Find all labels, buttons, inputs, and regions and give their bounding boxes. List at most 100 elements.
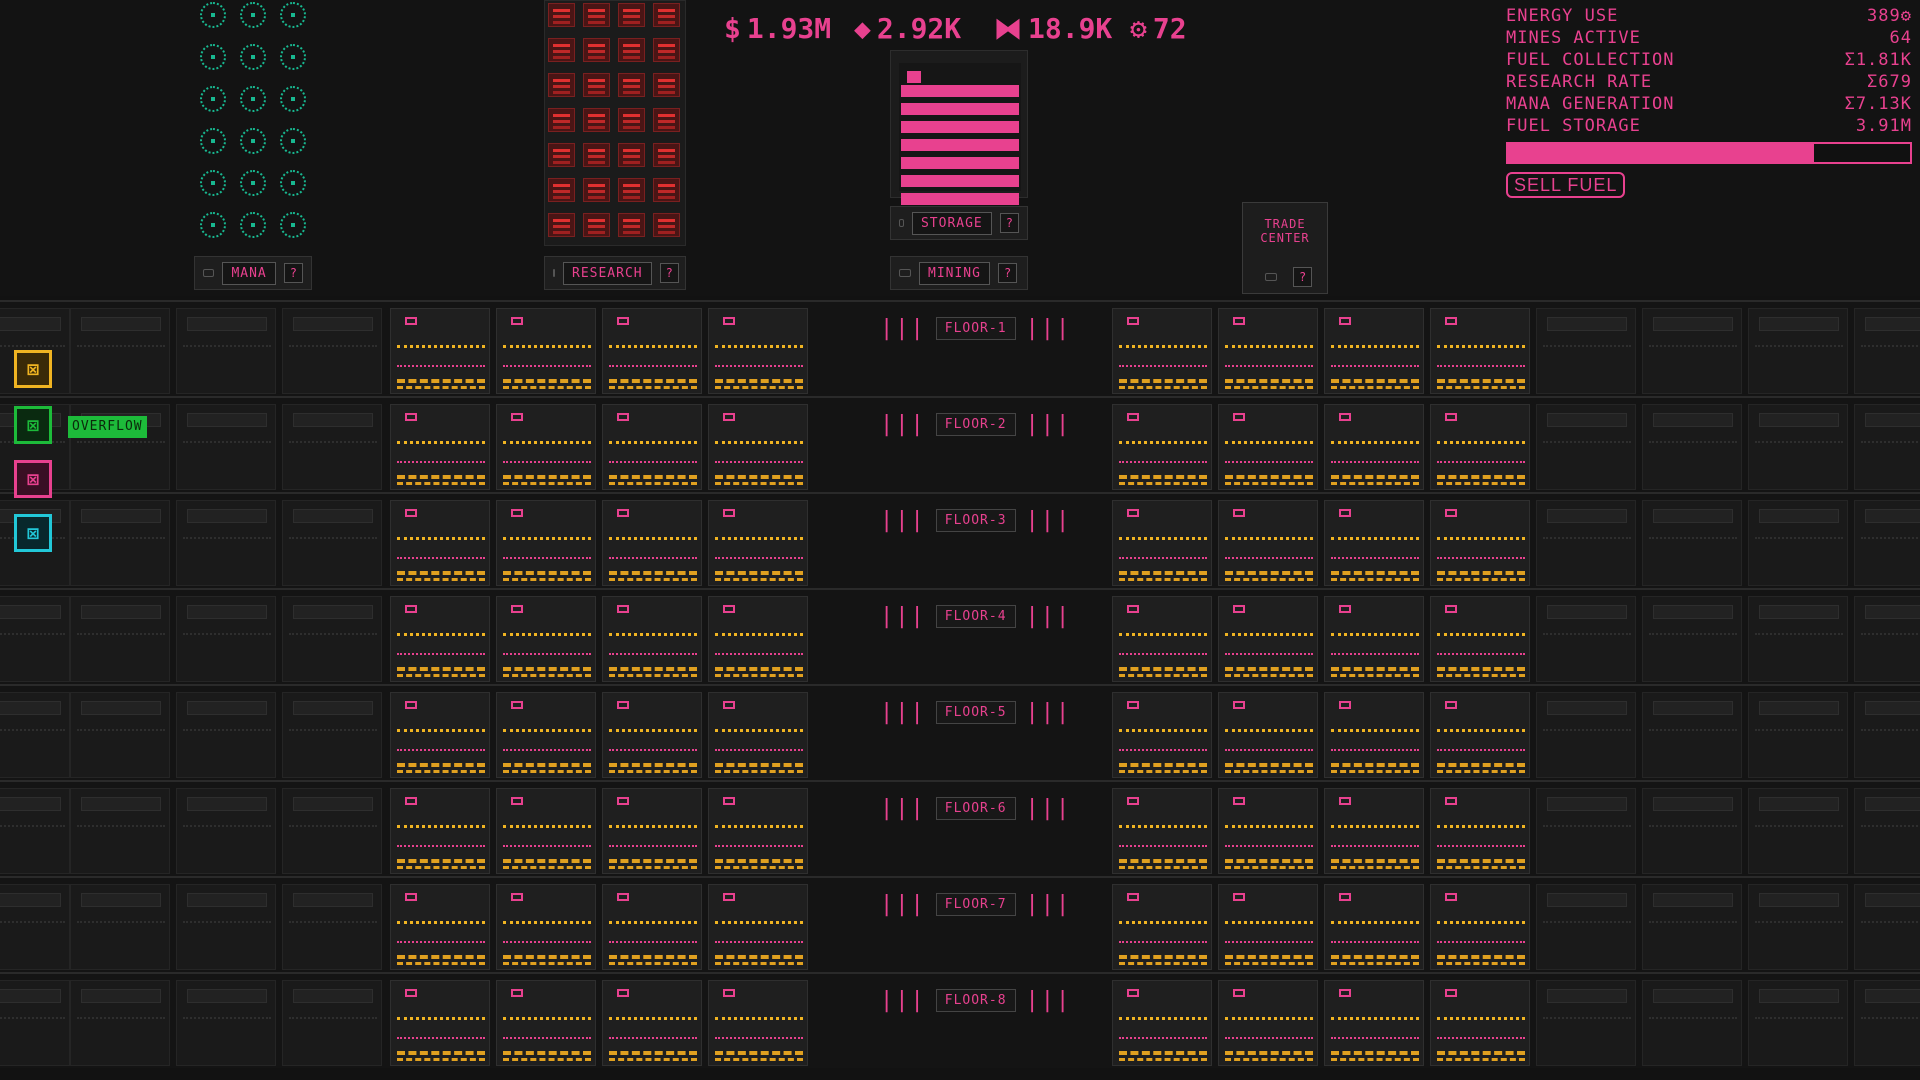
mana-button[interactable]: MANA (222, 261, 276, 285)
empty-mine-slot[interactable] (1748, 884, 1848, 970)
active-mine[interactable] (1112, 788, 1212, 874)
empty-mine-slot[interactable] (1642, 884, 1742, 970)
floor-label[interactable]: FLOOR-1 (935, 316, 1016, 340)
empty-mine-slot[interactable] (1854, 500, 1920, 586)
active-mine[interactable] (496, 596, 596, 682)
research-button[interactable]: RESEARCH (563, 261, 652, 285)
active-mine[interactable] (390, 308, 490, 394)
floor-label[interactable]: FLOOR-7 (935, 892, 1016, 916)
active-mine[interactable] (496, 692, 596, 778)
empty-mine-slot[interactable] (1854, 596, 1920, 682)
empty-mine-slot[interactable] (282, 404, 382, 490)
empty-mine-slot[interactable] (1854, 884, 1920, 970)
active-mine[interactable] (1218, 980, 1318, 1066)
empty-mine-slot[interactable] (1854, 788, 1920, 874)
active-mine[interactable] (1430, 596, 1530, 682)
yellow-block-icon[interactable]: ⊠ (14, 350, 52, 388)
active-mine[interactable] (602, 404, 702, 490)
active-mine[interactable] (1218, 692, 1318, 778)
floor-elevator[interactable]: ||| FLOOR-8 ||| (880, 986, 1071, 1014)
research-help-button[interactable]: ? (659, 263, 679, 283)
active-mine[interactable] (1324, 500, 1424, 586)
floor-elevator[interactable]: ||| FLOOR-1 ||| (880, 314, 1071, 342)
active-mine[interactable] (1218, 500, 1318, 586)
active-mine[interactable] (1430, 788, 1530, 874)
empty-mine-slot[interactable] (0, 980, 70, 1066)
empty-mine-slot[interactable] (176, 308, 276, 394)
active-mine[interactable] (1324, 404, 1424, 490)
empty-mine-slot[interactable] (1748, 692, 1848, 778)
empty-mine-slot[interactable] (1536, 692, 1636, 778)
cyan-block-icon[interactable]: ⊠ (14, 514, 52, 552)
active-mine[interactable] (1218, 788, 1318, 874)
empty-mine-slot[interactable] (1748, 308, 1848, 394)
empty-mine-slot[interactable] (70, 980, 170, 1066)
active-mine[interactable] (1430, 980, 1530, 1066)
active-mine[interactable] (602, 596, 702, 682)
active-mine[interactable] (1324, 980, 1424, 1066)
active-mine[interactable] (496, 884, 596, 970)
active-mine[interactable] (708, 884, 808, 970)
active-mine[interactable] (708, 596, 808, 682)
active-mine[interactable] (496, 980, 596, 1066)
empty-mine-slot[interactable] (1536, 788, 1636, 874)
empty-mine-slot[interactable] (1642, 596, 1742, 682)
empty-mine-slot[interactable] (1748, 404, 1848, 490)
active-mine[interactable] (390, 980, 490, 1066)
floor-elevator[interactable]: ||| FLOOR-3 ||| (880, 506, 1071, 534)
empty-mine-slot[interactable] (0, 788, 70, 874)
empty-mine-slot[interactable] (1536, 980, 1636, 1066)
empty-mine-slot[interactable] (1642, 692, 1742, 778)
empty-mine-slot[interactable] (70, 788, 170, 874)
active-mine[interactable] (1112, 308, 1212, 394)
empty-mine-slot[interactable] (176, 404, 276, 490)
active-mine[interactable] (1430, 308, 1530, 394)
active-mine[interactable] (1430, 692, 1530, 778)
green-block-icon[interactable]: ⊠ (14, 406, 52, 444)
active-mine[interactable] (1430, 500, 1530, 586)
empty-mine-slot[interactable] (1642, 980, 1742, 1066)
active-mine[interactable] (1430, 404, 1530, 490)
empty-mine-slot[interactable] (176, 788, 276, 874)
active-mine[interactable] (1324, 596, 1424, 682)
empty-mine-slot[interactable] (0, 884, 70, 970)
active-mine[interactable] (1112, 692, 1212, 778)
active-mine[interactable] (708, 404, 808, 490)
mining-button[interactable]: MINING (919, 261, 990, 285)
floor-label[interactable]: FLOOR-5 (935, 700, 1016, 724)
empty-mine-slot[interactable] (1642, 308, 1742, 394)
empty-mine-slot[interactable] (176, 596, 276, 682)
empty-mine-slot[interactable] (1748, 788, 1848, 874)
floor-elevator[interactable]: ||| FLOOR-7 ||| (880, 890, 1071, 918)
empty-mine-slot[interactable] (70, 884, 170, 970)
active-mine[interactable] (708, 692, 808, 778)
active-mine[interactable] (1430, 884, 1530, 970)
active-mine[interactable] (1218, 308, 1318, 394)
empty-mine-slot[interactable] (1748, 980, 1848, 1066)
floor-label[interactable]: FLOOR-8 (935, 988, 1016, 1012)
research-tower[interactable] (544, 0, 686, 246)
trade-center[interactable]: TRADE CENTER ? (1242, 202, 1328, 294)
empty-mine-slot[interactable] (282, 980, 382, 1066)
empty-mine-slot[interactable] (176, 500, 276, 586)
active-mine[interactable] (1112, 404, 1212, 490)
empty-mine-slot[interactable] (1854, 308, 1920, 394)
active-mine[interactable] (708, 308, 808, 394)
empty-mine-slot[interactable] (176, 980, 276, 1066)
storage-tower[interactable] (890, 50, 1028, 205)
empty-mine-slot[interactable] (0, 596, 70, 682)
active-mine[interactable] (390, 596, 490, 682)
empty-mine-slot[interactable] (1854, 692, 1920, 778)
empty-mine-slot[interactable] (1642, 500, 1742, 586)
active-mine[interactable] (602, 692, 702, 778)
empty-mine-slot[interactable] (1536, 308, 1636, 394)
empty-mine-slot[interactable] (282, 500, 382, 586)
active-mine[interactable] (496, 788, 596, 874)
active-mine[interactable] (390, 692, 490, 778)
active-mine[interactable] (1324, 884, 1424, 970)
floor-elevator[interactable]: ||| FLOOR-4 ||| (880, 602, 1071, 630)
sell-fuel-button[interactable]: SELL FUEL (1506, 172, 1626, 198)
mining-help-button[interactable]: ? (997, 263, 1018, 283)
floor-elevator[interactable]: ||| FLOOR-5 ||| (880, 698, 1071, 726)
active-mine[interactable] (1112, 980, 1212, 1066)
